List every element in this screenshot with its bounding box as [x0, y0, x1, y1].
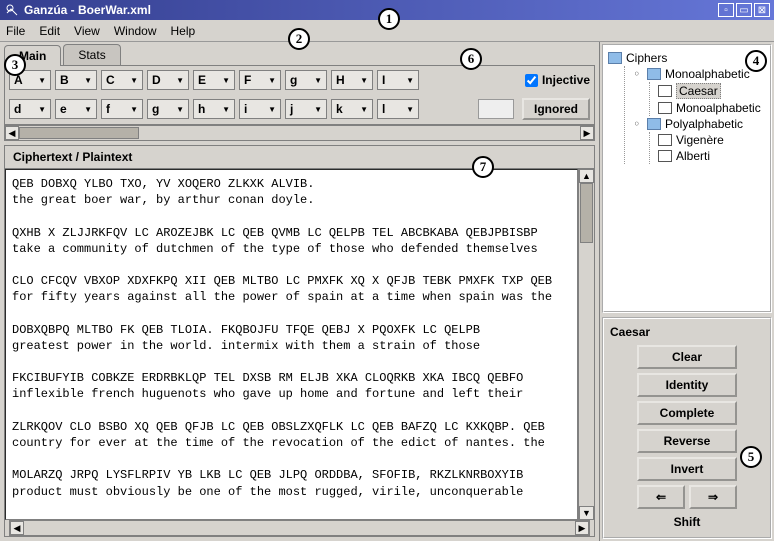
scrollbar-thumb[interactable] — [19, 127, 139, 139]
app-icon — [4, 2, 20, 18]
collapse-icon[interactable]: ◦ — [633, 117, 643, 131]
callout-1: 1 — [378, 8, 400, 30]
letter-button-d[interactable]: d▼ — [9, 99, 51, 119]
vscroll-thumb[interactable] — [580, 183, 593, 243]
folder-icon — [608, 52, 622, 64]
shift-label: Shift — [674, 515, 701, 529]
invert-button[interactable]: Invert — [637, 457, 737, 481]
cipher-tree: Ciphers ◦ Monoalphabetic Caesar Monoalph… — [602, 44, 772, 313]
reverse-button[interactable]: Reverse — [637, 429, 737, 453]
document-icon — [658, 134, 672, 146]
callout-6: 6 — [460, 48, 482, 70]
action-panel-title: Caesar — [610, 323, 764, 345]
letter-button-k[interactable]: k▼ — [331, 99, 373, 119]
window-title: Ganzúa - BoerWar.xml — [24, 3, 716, 17]
tree-group-monoalphabetic[interactable]: ◦ Monoalphabetic — [633, 66, 766, 82]
callout-3: 3 — [4, 54, 26, 76]
letter-button-F[interactable]: F▼ — [239, 70, 281, 90]
shift-left-button[interactable]: ⇐ — [637, 485, 685, 509]
letter-button-l[interactable]: l▼ — [377, 99, 419, 119]
tab-stats[interactable]: Stats — [63, 44, 120, 65]
tree-root[interactable]: Ciphers — [608, 50, 766, 66]
count-spinner[interactable] — [478, 99, 514, 119]
text-scroll-left-icon[interactable]: ◀ — [10, 521, 24, 535]
close-button[interactable]: ⊠ — [754, 3, 770, 17]
ciphertext-content[interactable]: QEB DOBXQ YLBO TXO, YV XOQERO ZLKXK ALVI… — [5, 169, 578, 520]
menu-file[interactable]: File — [6, 24, 25, 38]
letter-button-i[interactable]: i▼ — [239, 99, 281, 119]
menu-view[interactable]: View — [74, 24, 100, 38]
menu-edit[interactable]: Edit — [39, 24, 60, 38]
letter-button-D[interactable]: D▼ — [147, 70, 189, 90]
folder-icon — [647, 118, 661, 130]
text-scroll-right-icon[interactable]: ▶ — [575, 521, 589, 535]
collapse-icon[interactable]: ◦ — [633, 67, 643, 81]
cipher-actions-panel: Caesar Clear Identity Complete Reverse I… — [602, 317, 772, 539]
text-vscroll[interactable]: ▲ ▼ — [578, 169, 594, 520]
letter-button-e[interactable]: e▼ — [55, 99, 97, 119]
substitution-toolbar: A▼ B▼ C▼ D▼ E▼ F▼ g▼ H▼ I▼ Injective d▼ … — [4, 65, 595, 125]
letter-button-g1[interactable]: g▼ — [285, 70, 327, 90]
scroll-down-icon[interactable]: ▼ — [579, 506, 594, 520]
tree-item-vigenere[interactable]: Vigenère — [658, 132, 766, 148]
ciphertext-panel: Ciphertext / Plaintext QEB DOBXQ YLBO TX… — [4, 145, 595, 537]
tree-item-caesar[interactable]: Caesar — [658, 82, 766, 100]
minimize-button[interactable]: ▫ — [718, 3, 734, 17]
text-hscroll[interactable]: ◀ ▶ — [9, 520, 590, 536]
document-icon — [658, 85, 672, 97]
letter-button-g2[interactable]: g▼ — [147, 99, 189, 119]
tree-item-monoalphabetic[interactable]: Monoalphabetic — [658, 100, 766, 116]
document-icon — [658, 150, 672, 162]
injective-checkbox[interactable]: Injective — [525, 73, 590, 87]
scroll-left-icon[interactable]: ◀ — [5, 126, 19, 140]
letter-button-h[interactable]: h▼ — [193, 99, 235, 119]
toolbar-hscroll[interactable]: ◀ ▶ — [4, 125, 595, 141]
folder-icon — [647, 68, 661, 80]
letter-button-f[interactable]: f▼ — [101, 99, 143, 119]
clear-button[interactable]: Clear — [637, 345, 737, 369]
letter-button-j[interactable]: j▼ — [285, 99, 327, 119]
tree-group-polyalphabetic[interactable]: ◦ Polyalphabetic — [633, 116, 766, 132]
letter-button-H[interactable]: H▼ — [331, 70, 373, 90]
letter-button-I[interactable]: I▼ — [377, 70, 419, 90]
callout-7: 7 — [472, 156, 494, 178]
letter-button-C[interactable]: C▼ — [101, 70, 143, 90]
shift-right-button[interactable]: ⇒ — [689, 485, 737, 509]
letter-button-B[interactable]: B▼ — [55, 70, 97, 90]
callout-2: 2 — [288, 28, 310, 50]
menu-window[interactable]: Window — [114, 24, 157, 38]
document-icon — [658, 102, 672, 114]
identity-button[interactable]: Identity — [637, 373, 737, 397]
letter-button-E[interactable]: E▼ — [193, 70, 235, 90]
tree-item-alberti[interactable]: Alberti — [658, 148, 766, 164]
menu-help[interactable]: Help — [171, 24, 196, 38]
ignored-button[interactable]: Ignored — [522, 98, 590, 120]
ciphertext-header: Ciphertext / Plaintext — [5, 146, 594, 169]
scroll-up-icon[interactable]: ▲ — [579, 169, 594, 183]
maximize-button[interactable]: ▭ — [736, 3, 752, 17]
complete-button[interactable]: Complete — [637, 401, 737, 425]
callout-5: 5 — [740, 446, 762, 468]
scroll-right-icon[interactable]: ▶ — [580, 126, 594, 140]
callout-4: 4 — [745, 50, 767, 72]
